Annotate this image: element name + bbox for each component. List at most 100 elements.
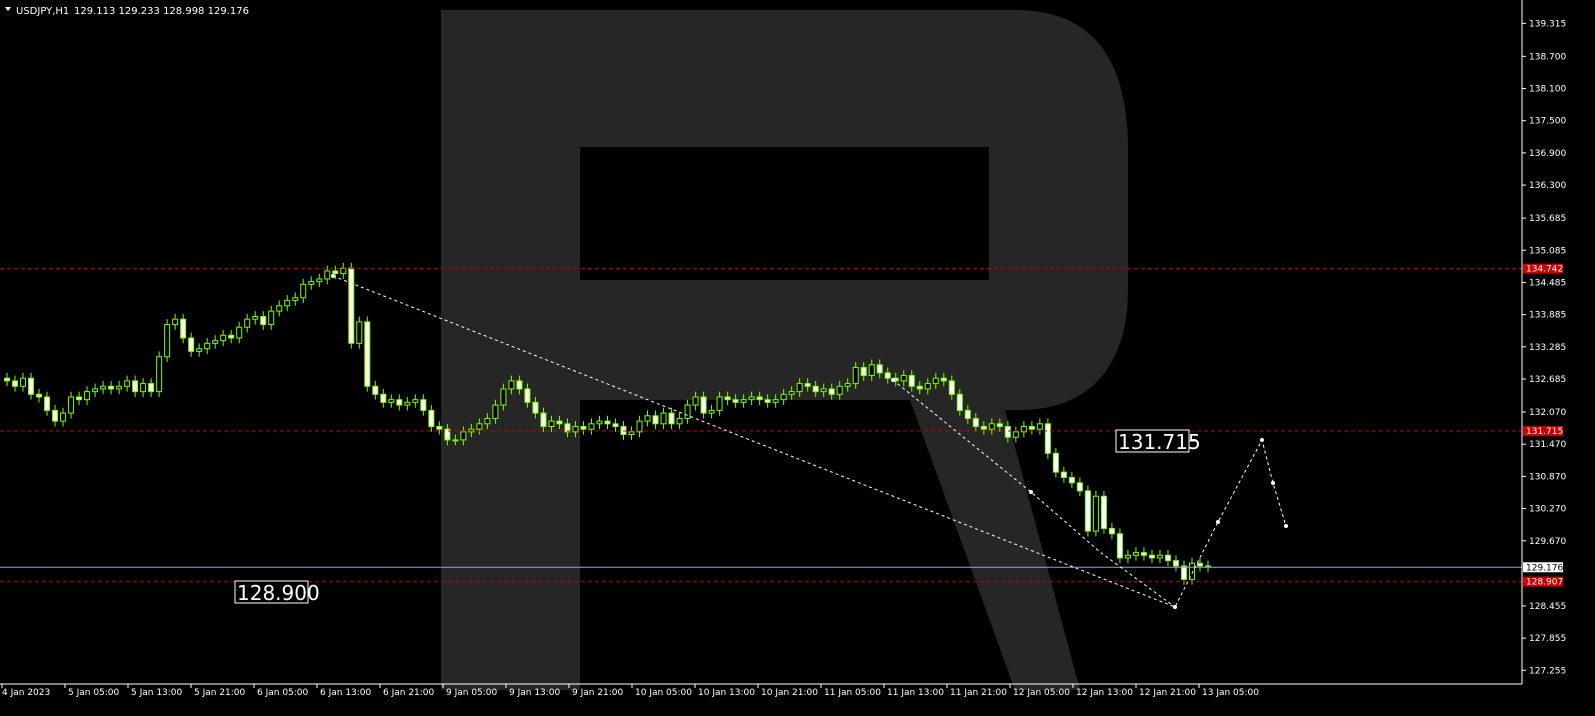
candle-body	[1116, 533, 1123, 559]
candle-body	[60, 412, 67, 422]
candle-body	[1060, 471, 1067, 478]
candle-body	[364, 321, 371, 387]
candle-body	[1044, 423, 1051, 454]
candle-body	[908, 375, 915, 387]
candle-body	[756, 396, 763, 401]
x-tick-label: 11 Jan 05:00	[824, 688, 881, 698]
candle-body	[868, 364, 875, 377]
y-tick-label: 131.470	[1529, 440, 1566, 450]
candle-body	[788, 391, 795, 395]
candle-body	[1180, 565, 1187, 580]
candle-body	[764, 399, 771, 403]
candle-body	[588, 423, 595, 430]
forecast-node	[1284, 524, 1288, 528]
ohlc-readout: 129.113 129.233 128.998 129.176	[74, 6, 249, 17]
candle-body	[836, 385, 843, 395]
candle-body	[276, 305, 283, 312]
candle-body	[708, 409, 715, 414]
y-tick-label: 130.870	[1529, 472, 1566, 482]
candle-body	[740, 399, 747, 403]
candle-body	[1148, 554, 1155, 559]
level-tag-label: 134.742	[1526, 265, 1563, 275]
x-tick-label: 11 Jan 13:00	[887, 688, 944, 698]
candle-body	[916, 385, 923, 390]
candle-body	[772, 399, 779, 403]
candle-body	[820, 388, 827, 393]
candle-body	[36, 393, 43, 398]
candle-body	[1084, 490, 1091, 532]
candle-body	[796, 383, 803, 393]
candle-body	[660, 412, 667, 425]
candle-body	[1124, 554, 1131, 559]
candle-body	[1012, 431, 1019, 438]
candle-body	[236, 326, 243, 339]
candle-body	[188, 337, 195, 352]
candle-body	[476, 423, 483, 430]
y-tick-label: 136.300	[1529, 181, 1566, 191]
candle-body	[844, 383, 851, 387]
y-tick-label: 128.455	[1529, 602, 1566, 612]
candle-body	[260, 316, 267, 326]
candle-body	[876, 364, 883, 374]
candle-body	[1028, 425, 1035, 430]
y-tick-label: 138.700	[1529, 52, 1566, 62]
candle-body	[956, 393, 963, 411]
candle-body	[356, 321, 363, 344]
candle-body	[196, 348, 203, 352]
x-tick-label: 5 Jan 13:00	[131, 688, 183, 698]
candle-body	[940, 377, 947, 382]
y-tick-label: 132.685	[1529, 375, 1566, 385]
candle-body	[420, 399, 427, 411]
candle-body	[332, 270, 339, 275]
candle-body	[516, 380, 523, 390]
x-tick-label: 10 Jan 13:00	[698, 688, 755, 698]
candle-body	[428, 409, 435, 427]
x-tick-label: 6 Jan 05:00	[257, 688, 309, 698]
x-tick-label: 6 Jan 13:00	[320, 688, 372, 698]
x-tick-label: 12 Jan 13:00	[1076, 688, 1133, 698]
candle-body	[996, 423, 1003, 427]
candle-body	[988, 423, 995, 430]
candle-body	[700, 396, 707, 414]
candle-body	[668, 412, 675, 425]
candle-body	[500, 388, 507, 406]
y-tick-label: 127.255	[1529, 666, 1566, 676]
x-tick-label: 5 Jan 21:00	[194, 688, 246, 698]
candle-body	[460, 431, 467, 441]
symbol-label: USDJPY,H1	[16, 6, 69, 17]
dropdown-triangle-icon[interactable]	[5, 7, 11, 11]
candle-body	[300, 283, 307, 299]
level-tag-label: 128.907	[1526, 578, 1563, 588]
candle-body	[164, 324, 171, 358]
candle-body	[132, 380, 139, 393]
candle-body	[804, 383, 811, 387]
candle-body	[28, 377, 35, 395]
candle-body	[388, 399, 395, 403]
candle-body	[348, 267, 355, 344]
candle-body	[884, 372, 891, 379]
candle-body	[900, 375, 907, 382]
candle-body	[692, 396, 699, 406]
candle-body	[676, 417, 683, 425]
candle-body	[4, 377, 10, 382]
watermark-logo	[441, 10, 1128, 690]
candle-body	[308, 281, 315, 285]
upper-callout-label: 131.715	[1118, 430, 1201, 454]
x-tick-label: 10 Jan 05:00	[635, 688, 692, 698]
x-tick-label: 11 Jan 21:00	[950, 688, 1007, 698]
candle-body	[636, 420, 643, 433]
candle-body	[716, 396, 723, 411]
price-chart[interactable]: 139.315 138.700 138.100 137.500 136.900 136.3…	[0, 0, 1595, 716]
candle-body	[652, 415, 659, 425]
candle-body	[532, 401, 539, 414]
forecast-node	[1260, 438, 1264, 442]
candle-body	[612, 423, 619, 427]
candle-body	[1196, 562, 1203, 567]
level-tag-label: 129.176	[1526, 563, 1563, 573]
candle-body	[180, 318, 187, 339]
forecast-node	[1173, 605, 1177, 609]
candle-body	[140, 383, 147, 393]
candle-body	[252, 316, 259, 320]
candle-body	[92, 388, 99, 393]
x-tick-label: 13 Jan 05:00	[1202, 688, 1259, 698]
